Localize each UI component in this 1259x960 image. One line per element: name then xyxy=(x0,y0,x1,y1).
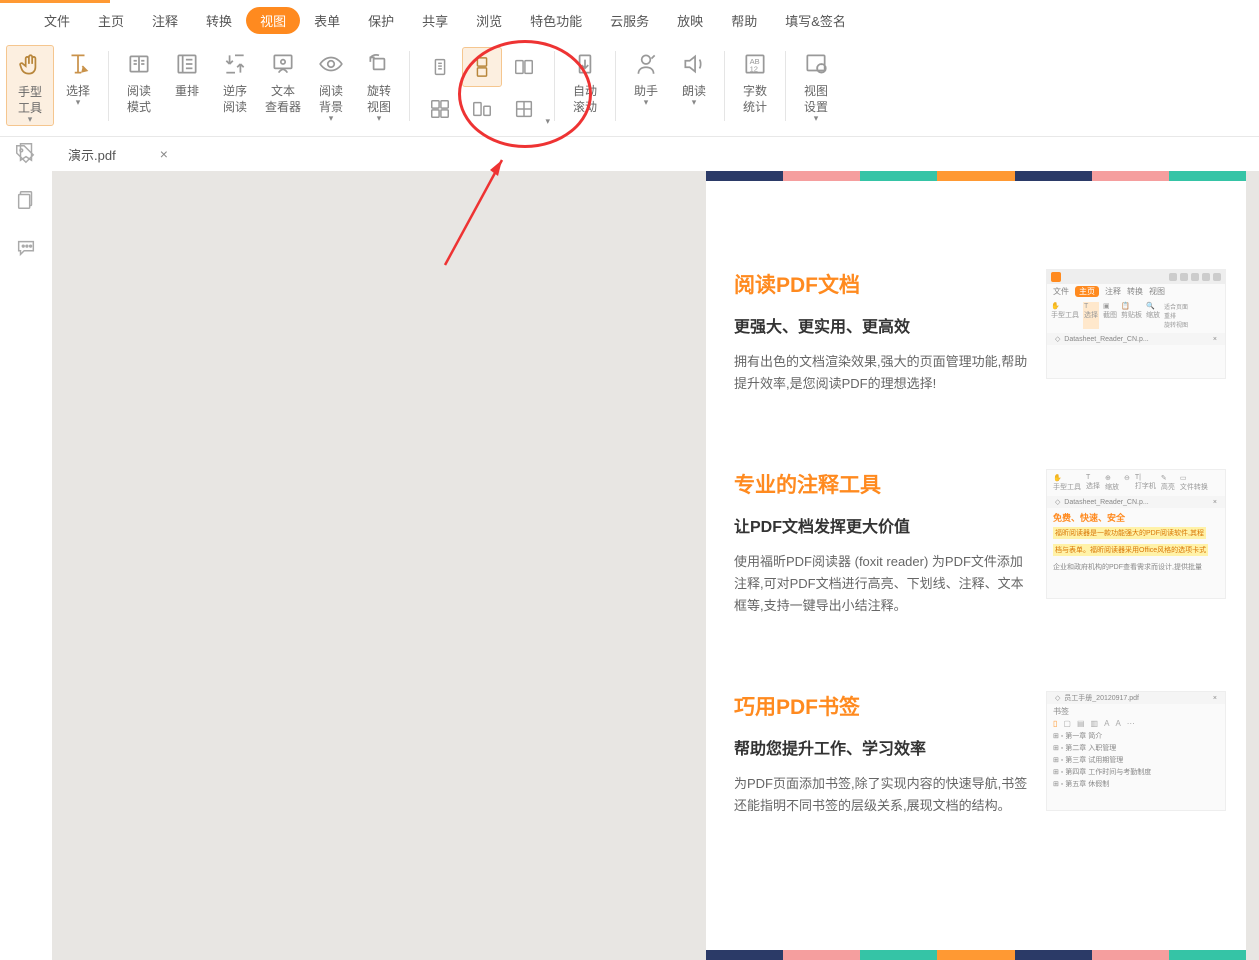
bottom-stripe xyxy=(706,950,1246,960)
section-body: 使用福昕PDF阅读器 (foxit reader) 为PDF文件添加注释,可对P… xyxy=(734,551,1032,617)
menu-cloud[interactable]: 云服务 xyxy=(596,7,663,34)
document-tab[interactable]: 演示.pdf × xyxy=(52,140,178,168)
section-body: 拥有出色的文档渲染效果,强大的页面管理功能,帮助提升效率,是您阅读PDF的理想选… xyxy=(734,351,1032,395)
book-icon xyxy=(124,49,154,79)
auto-scroll-button[interactable]: 自动 滚动 xyxy=(561,45,609,115)
separate-cover-button[interactable] xyxy=(462,89,502,129)
assistant-icon xyxy=(631,49,661,79)
word-count-button[interactable]: AB12 字数 统计 xyxy=(731,45,779,115)
hand-tool-label: 手型 工具 xyxy=(18,84,42,116)
menu-fill-sign[interactable]: 填写&签名 xyxy=(771,7,860,34)
view-settings-label: 视图 设置 xyxy=(804,83,828,115)
section-body: 为PDF页面添加书签,除了实现内容的快速导航,书签还能指明不同书签的层级关系,展… xyxy=(734,773,1032,817)
reflow-label: 重排 xyxy=(175,83,199,99)
reverse-read-button[interactable]: 逆序 阅读 xyxy=(211,45,259,115)
menu-browse[interactable]: 浏览 xyxy=(462,7,516,34)
read-bg-label: 阅读 背景 xyxy=(319,83,343,115)
thumbnail-annotate: ✋手型工具 T选择 ⊕缩放 ⊖ T|打字机 ✎高亮 ▭文件转换 ◇ Datash… xyxy=(1046,469,1226,599)
single-page-button[interactable] xyxy=(420,47,460,87)
thumbnail-bookmark: ◇ 员工手册_20120917.pdf× 书签 ▯▢▤▥AA⋯ ⊞ ▫ 第一章 … xyxy=(1046,691,1226,811)
rotate-view-label: 旋转 视图 xyxy=(367,83,391,115)
pdf-page: 阅读PDF文档 更强大、更实用、更高效 拥有出色的文档渲染效果,强大的页面管理功… xyxy=(706,171,1246,960)
reflow-icon xyxy=(172,49,202,79)
word-count-label: 字数 统计 xyxy=(743,83,767,115)
page-layout-grid: ▾ xyxy=(416,45,548,131)
select-button[interactable]: 选择 ▾ xyxy=(54,45,102,108)
document-canvas[interactable]: 阅读PDF文档 更强大、更实用、更高效 拥有出色的文档渲染效果,强大的页面管理功… xyxy=(52,171,1259,960)
menu-bar: 文件 主页 注释 转换 视图 表单 保护 共享 浏览 特色功能 云服务 放映 帮… xyxy=(0,3,1259,37)
auto-scroll-icon xyxy=(570,49,600,79)
hand-icon xyxy=(15,50,45,80)
section-title: 阅读PDF文档 xyxy=(734,269,1032,299)
section-title: 专业的注释工具 xyxy=(734,469,1032,499)
menu-share[interactable]: 共享 xyxy=(408,7,462,34)
read-mode-label: 阅读 模式 xyxy=(127,83,151,115)
text-select-icon xyxy=(63,49,93,79)
split-view-button[interactable]: ▾ xyxy=(504,89,544,129)
ribbon: 手型 工具 ▾ 选择 ▾ 阅读 模式 重排 逆序 阅读 文本 查看器 阅读 背景… xyxy=(0,37,1259,137)
caret-icon: ▾ xyxy=(28,114,33,125)
rotate-view-button[interactable]: 旋转 视图 ▾ xyxy=(355,45,403,124)
caret-icon: ▾ xyxy=(76,97,81,108)
section-subtitle: 帮助您提升工作、学习效率 xyxy=(734,735,1032,759)
section-subtitle: 让PDF文档发挥更大价值 xyxy=(734,513,1032,537)
section-title: 巧用PDF书签 xyxy=(734,691,1032,721)
continuous-page-button[interactable] xyxy=(462,47,502,87)
top-stripe xyxy=(706,171,1246,181)
view-settings-button[interactable]: 视图 设置 ▾ xyxy=(792,45,840,124)
pages-panel-icon[interactable] xyxy=(15,189,37,211)
menu-annotate[interactable]: 注释 xyxy=(138,7,192,34)
word-count-icon: AB12 xyxy=(740,49,770,79)
caret-icon: ▾ xyxy=(692,97,697,108)
caret-icon: ▾ xyxy=(644,97,649,108)
menu-convert[interactable]: 转换 xyxy=(192,7,246,34)
auto-scroll-label: 自动 滚动 xyxy=(573,83,597,115)
svg-text:12: 12 xyxy=(750,65,758,74)
comments-panel-icon[interactable] xyxy=(15,237,37,259)
tab-label: 演示.pdf xyxy=(68,145,116,164)
text-viewer-label: 文本 查看器 xyxy=(265,83,301,115)
thumbnail-read: 文件主页注释转换视图 ✋手型工具 T选择 ▣截图 📋剪贴板 🔍缩放 适合页面重排… xyxy=(1046,269,1226,379)
continuous-facing-button[interactable] xyxy=(420,89,460,129)
menu-view[interactable]: 视图 xyxy=(246,7,300,34)
speaker-icon xyxy=(679,49,709,79)
caret-icon: ▾ xyxy=(329,113,334,124)
read-mode-button[interactable]: 阅读 模式 xyxy=(115,45,163,115)
section-annotate: 专业的注释工具 让PDF文档发挥更大价值 使用福昕PDF阅读器 (foxit r… xyxy=(706,423,1246,645)
reverse-icon xyxy=(220,49,250,79)
menu-home[interactable]: 主页 xyxy=(84,7,138,34)
hand-tool-button[interactable]: 手型 工具 ▾ xyxy=(6,45,54,126)
facing-button[interactable] xyxy=(504,47,544,87)
bookmark-panel-icon[interactable] xyxy=(15,141,37,163)
settings-icon xyxy=(801,49,831,79)
menu-features[interactable]: 特色功能 xyxy=(516,7,596,34)
rotate-icon xyxy=(364,49,394,79)
menu-file[interactable]: 文件 xyxy=(30,7,84,34)
reflow-button[interactable]: 重排 xyxy=(163,45,211,99)
text-viewer-icon xyxy=(268,49,298,79)
caret-icon: ▾ xyxy=(377,113,382,124)
menu-slideshow[interactable]: 放映 xyxy=(663,7,717,34)
section-read: 阅读PDF文档 更强大、更实用、更高效 拥有出色的文档渲染效果,强大的页面管理功… xyxy=(706,181,1246,423)
assistant-button[interactable]: 助手 ▾ xyxy=(622,45,670,108)
tab-bar: 演示.pdf × xyxy=(0,137,1259,171)
caret-icon: ▾ xyxy=(814,113,819,124)
read-bg-button[interactable]: 阅读 背景 ▾ xyxy=(307,45,355,124)
reverse-read-label: 逆序 阅读 xyxy=(223,83,247,115)
text-viewer-button[interactable]: 文本 查看器 xyxy=(259,45,307,115)
menu-help[interactable]: 帮助 xyxy=(717,7,771,34)
section-subtitle: 更强大、更实用、更高效 xyxy=(734,313,1032,337)
menu-protect[interactable]: 保护 xyxy=(354,7,408,34)
read-aloud-button[interactable]: 朗读 ▾ xyxy=(670,45,718,108)
left-sidebar xyxy=(0,171,52,960)
close-icon[interactable]: × xyxy=(160,146,168,162)
menu-form[interactable]: 表单 xyxy=(300,7,354,34)
section-bookmark: 巧用PDF书签 帮助您提升工作、学习效率 为PDF页面添加书签,除了实现内容的快… xyxy=(706,645,1246,845)
eye-icon xyxy=(316,49,346,79)
